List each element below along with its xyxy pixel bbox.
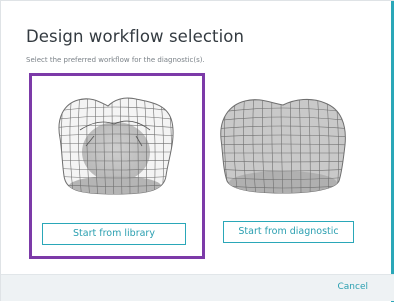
dialog-subtitle: Select the preferred workflow for the di… (26, 56, 205, 64)
cancel-button[interactable]: Cancel (338, 282, 369, 292)
workflow-selection-dialog: Design workflow selection Select the pre… (0, 0, 394, 302)
option-start-from-library[interactable]: Start from library (29, 73, 205, 259)
dialog-footer: Cancel (1, 274, 394, 301)
start-from-diagnostic-button[interactable]: Start from diagnostic (223, 221, 354, 243)
library-tooth-mesh-icon (58, 97, 174, 195)
dialog-title: Design workflow selection (26, 27, 245, 46)
diagnostic-tooth-mesh-icon (220, 98, 346, 194)
start-from-library-button[interactable]: Start from library (42, 223, 186, 245)
option-start-from-diagnostic[interactable]: Start from diagnostic (213, 73, 363, 259)
